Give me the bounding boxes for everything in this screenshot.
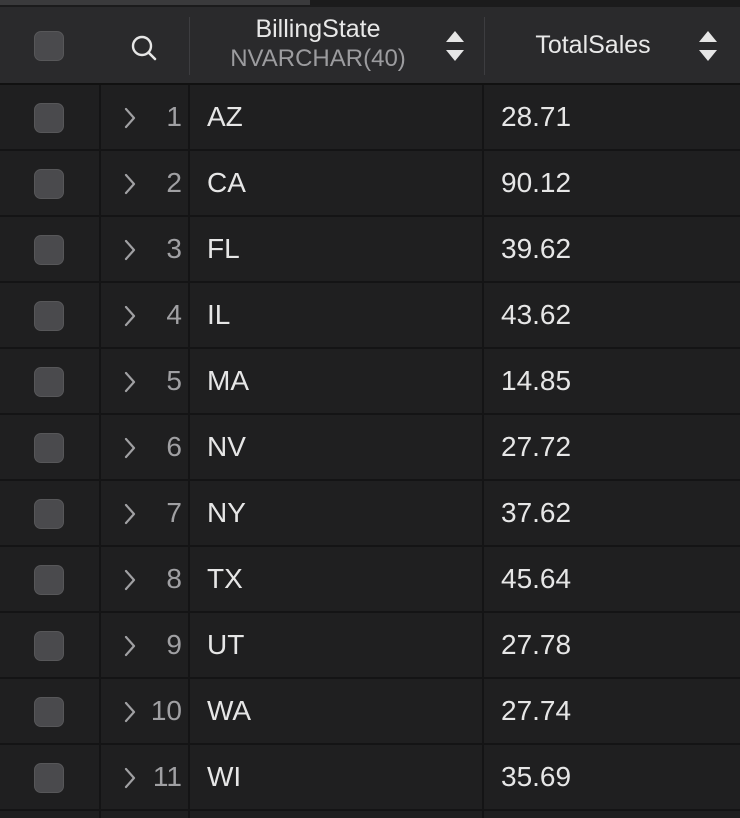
row-number: 9: [166, 629, 182, 660]
column-header-billingstate[interactable]: BillingState NVARCHAR(40): [190, 7, 484, 83]
column-title: TotalSales: [535, 31, 651, 59]
cell-totalsales[interactable]: 90.12: [501, 151, 571, 215]
row-checkbox[interactable]: [34, 565, 64, 595]
row-number: 3: [166, 233, 182, 264]
cell-totalsales[interactable]: 27.74: [501, 679, 571, 743]
row-expander[interactable]: 8: [100, 547, 190, 611]
table-row[interactable]: 9 UT 27.78: [0, 613, 740, 679]
cell-billingstate[interactable]: MA: [207, 349, 249, 413]
row-number: 1: [166, 101, 182, 132]
row-number: 6: [166, 431, 182, 462]
cell-totalsales[interactable]: 45.64: [501, 547, 571, 611]
row-number: 4: [166, 299, 182, 330]
row-expander[interactable]: 1: [100, 85, 190, 149]
row-expander[interactable]: 7: [100, 481, 190, 545]
cell-billingstate[interactable]: UT: [207, 613, 244, 677]
table-row[interactable]: 4 IL 43.62: [0, 283, 740, 349]
row-checkbox[interactable]: [34, 301, 64, 331]
row-number: 11: [152, 761, 182, 792]
row-number: 8: [166, 563, 182, 594]
cell-billingstate[interactable]: WI: [207, 745, 241, 809]
cell-totalsales[interactable]: 27.78: [501, 613, 571, 677]
row-expander[interactable]: 2: [100, 151, 190, 215]
cell-billingstate[interactable]: AZ: [207, 85, 243, 149]
chevron-right-icon[interactable]: [122, 238, 138, 262]
cell-billingstate[interactable]: IL: [207, 283, 230, 347]
chevron-right-icon[interactable]: [122, 436, 138, 460]
cell-totalsales[interactable]: 39.62: [501, 217, 571, 281]
cell-billingstate[interactable]: FL: [207, 217, 240, 281]
select-all-checkbox[interactable]: [34, 31, 64, 61]
cell-billingstate[interactable]: NY: [207, 481, 246, 545]
row-checkbox[interactable]: [34, 631, 64, 661]
top-strip: [0, 0, 740, 7]
chevron-right-icon[interactable]: [122, 172, 138, 196]
table-row[interactable]: 1 AZ 28.71: [0, 85, 740, 151]
row-number: 2: [166, 167, 182, 198]
table-row[interactable]: 8 TX 45.64: [0, 547, 740, 613]
row-expander[interactable]: 10: [100, 679, 190, 743]
chevron-right-icon[interactable]: [122, 502, 138, 526]
cell-totalsales[interactable]: 43.62: [501, 283, 571, 347]
row-checkbox[interactable]: [34, 697, 64, 727]
row-number: 10: [150, 695, 182, 726]
row-checkbox[interactable]: [34, 367, 64, 397]
table-row[interactable]: 3 FL 39.62: [0, 217, 740, 283]
column-title: BillingState: [255, 15, 381, 43]
row-checkbox[interactable]: [34, 499, 64, 529]
chevron-right-icon[interactable]: [122, 106, 138, 130]
row-number: 5: [166, 365, 182, 396]
row-checkbox[interactable]: [34, 169, 64, 199]
chevron-right-icon[interactable]: [122, 304, 138, 328]
cell-totalsales[interactable]: 14.85: [501, 349, 571, 413]
chevron-right-icon[interactable]: [122, 700, 138, 724]
table-row[interactable]: 5 MA 14.85: [0, 349, 740, 415]
column-type: NVARCHAR(40): [230, 45, 406, 72]
table-row[interactable]: 7 NY 37.62: [0, 481, 740, 547]
chevron-right-icon[interactable]: [122, 766, 138, 790]
header-select-column: [0, 7, 100, 83]
column-divider: [188, 85, 190, 818]
cell-totalsales[interactable]: 28.71: [501, 85, 571, 149]
table-row[interactable]: 11 WI 35.69: [0, 745, 740, 811]
row-checkbox[interactable]: [34, 433, 64, 463]
row-expander[interactable]: 3: [100, 217, 190, 281]
cell-totalsales[interactable]: 37.62: [501, 481, 571, 545]
row-checkbox[interactable]: [34, 103, 64, 133]
chevron-right-icon[interactable]: [122, 634, 138, 658]
results-grid: BillingState NVARCHAR(40) TotalSales 1 AZ…: [0, 7, 740, 818]
row-expander[interactable]: 11: [100, 745, 190, 809]
row-expander[interactable]: 4: [100, 283, 190, 347]
column-divider: [99, 85, 101, 818]
row-expander[interactable]: 5: [100, 349, 190, 413]
row-expander[interactable]: 9: [100, 613, 190, 677]
cell-billingstate[interactable]: TX: [207, 547, 243, 611]
cell-billingstate[interactable]: NV: [207, 415, 246, 479]
chevron-right-icon[interactable]: [122, 370, 138, 394]
row-checkbox[interactable]: [34, 763, 64, 793]
row-checkbox[interactable]: [34, 235, 64, 265]
table-row[interactable]: 2 CA 90.12: [0, 151, 740, 217]
table-row[interactable]: 10 WA 27.74: [0, 679, 740, 745]
search-icon[interactable]: [130, 34, 158, 62]
sort-icon[interactable]: [444, 29, 466, 63]
top-tab-indicator: [0, 0, 310, 5]
cell-totalsales[interactable]: 35.69: [501, 745, 571, 809]
cell-totalsales[interactable]: 27.72: [501, 415, 571, 479]
row-expander[interactable]: 6: [100, 415, 190, 479]
cell-billingstate[interactable]: WA: [207, 679, 251, 743]
grid-header: BillingState NVARCHAR(40) TotalSales: [0, 7, 740, 85]
row-number: 7: [166, 497, 182, 528]
table-row[interactable]: 6 NV 27.72: [0, 415, 740, 481]
column-header-totalsales[interactable]: TotalSales: [484, 7, 740, 83]
sort-icon[interactable]: [697, 29, 719, 63]
cell-billingstate[interactable]: CA: [207, 151, 246, 215]
chevron-right-icon[interactable]: [122, 568, 138, 592]
column-divider: [482, 85, 484, 818]
